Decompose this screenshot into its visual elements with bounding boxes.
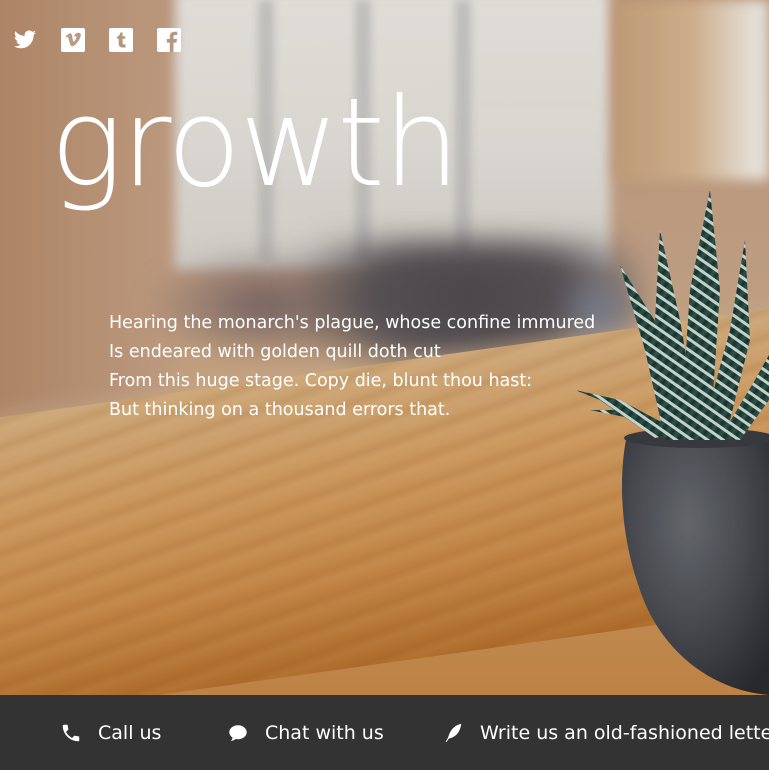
page-title: growth	[50, 72, 460, 214]
contact-footer: Call us Chat with us Write us an old-fas…	[0, 695, 769, 770]
poem-line: But thinking on a thousand errors that.	[109, 400, 451, 420]
chat-with-us-link[interactable]: Chat with us	[227, 695, 384, 770]
chat-with-us-label: Chat with us	[265, 721, 384, 744]
poem-line: From this huge stage. Copy die, blunt th…	[109, 371, 533, 391]
tumblr-icon[interactable]	[109, 28, 133, 52]
write-letter-link[interactable]: Write us an old-fashioned letter	[442, 695, 769, 770]
write-letter-label: Write us an old-fashioned letter	[480, 721, 769, 744]
vimeo-icon[interactable]	[61, 28, 85, 52]
phone-icon	[62, 724, 80, 741]
poem-line: Is endeared with golden quill doth cut	[109, 342, 441, 362]
twitter-icon[interactable]	[13, 28, 37, 52]
quill-icon	[445, 723, 462, 742]
social-links	[13, 28, 181, 52]
call-us-link[interactable]: Call us	[60, 695, 161, 770]
poem-text: Hearing the monarch's plague, whose conf…	[109, 309, 595, 425]
poem-line: Hearing the monarch's plague, whose conf…	[109, 313, 596, 333]
facebook-icon[interactable]	[157, 28, 181, 52]
call-us-label: Call us	[98, 721, 162, 744]
chat-bubble-icon	[229, 724, 247, 741]
